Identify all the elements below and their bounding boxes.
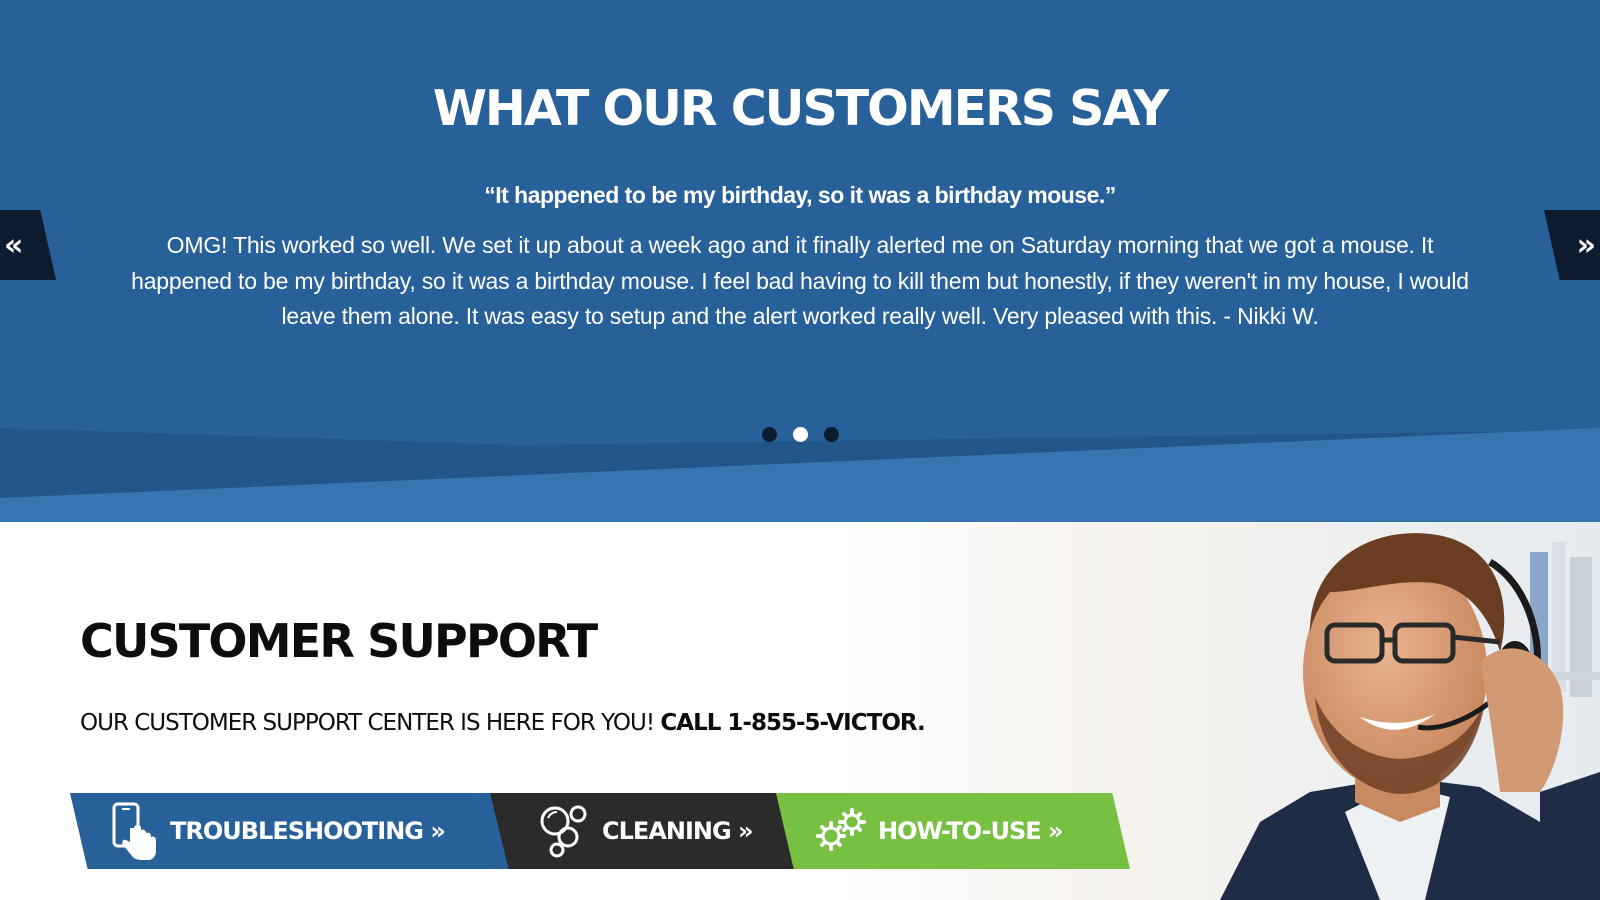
carousel-dots (0, 427, 1600, 442)
customer-support-subtitle: OUR CUSTOMER SUPPORT CENTER IS HERE FOR … (80, 710, 926, 736)
how-to-use-button[interactable]: HOW-TO-USE » (776, 793, 1130, 869)
support-subtitle-text: OUR CUSTOMER SUPPORT CENTER IS HERE FOR … (80, 710, 661, 736)
testimonial-body: OMG! This worked so well. We set it up a… (131, 232, 1469, 329)
bubbles-icon (538, 804, 590, 858)
troubleshooting-button[interactable]: TROUBLESHOOTING » (70, 793, 510, 869)
testimonial-quote: “It happened to be my birthday, so it wa… (484, 182, 1116, 208)
testimonials-section: WHAT OUR CUSTOMERS SAY “It happened to b… (0, 0, 1600, 522)
customer-support-section: CUSTOMER SUPPORT OUR CUSTOMER SUPPORT CE… (0, 522, 1600, 900)
cleaning-label: CLEANING » (602, 817, 754, 845)
support-button-row: TROUBLESHOOTING » CLEANING » HOW-TO-USE … (70, 793, 1130, 869)
how-to-use-label: HOW-TO-USE » (878, 817, 1064, 845)
carousel-dot-1[interactable] (761, 427, 777, 442)
chevron-double-right-icon: » (1576, 227, 1596, 263)
gears-icon (814, 808, 866, 854)
chevron-double-left-icon: « (4, 227, 24, 263)
troubleshooting-label: TROUBLESHOOTING » (170, 817, 446, 845)
phone-tap-icon (110, 802, 158, 860)
carousel-dot-2[interactable] (792, 427, 808, 442)
cleaning-button[interactable]: CLEANING » (490, 793, 800, 869)
support-phone-number[interactable]: CALL 1-855-5-VICTOR. (660, 710, 925, 736)
customer-support-title: CUSTOMER SUPPORT (80, 614, 598, 668)
carousel-dot-3[interactable] (823, 427, 839, 442)
testimonials-title: WHAT OUR CUSTOMERS SAY (432, 80, 1169, 137)
